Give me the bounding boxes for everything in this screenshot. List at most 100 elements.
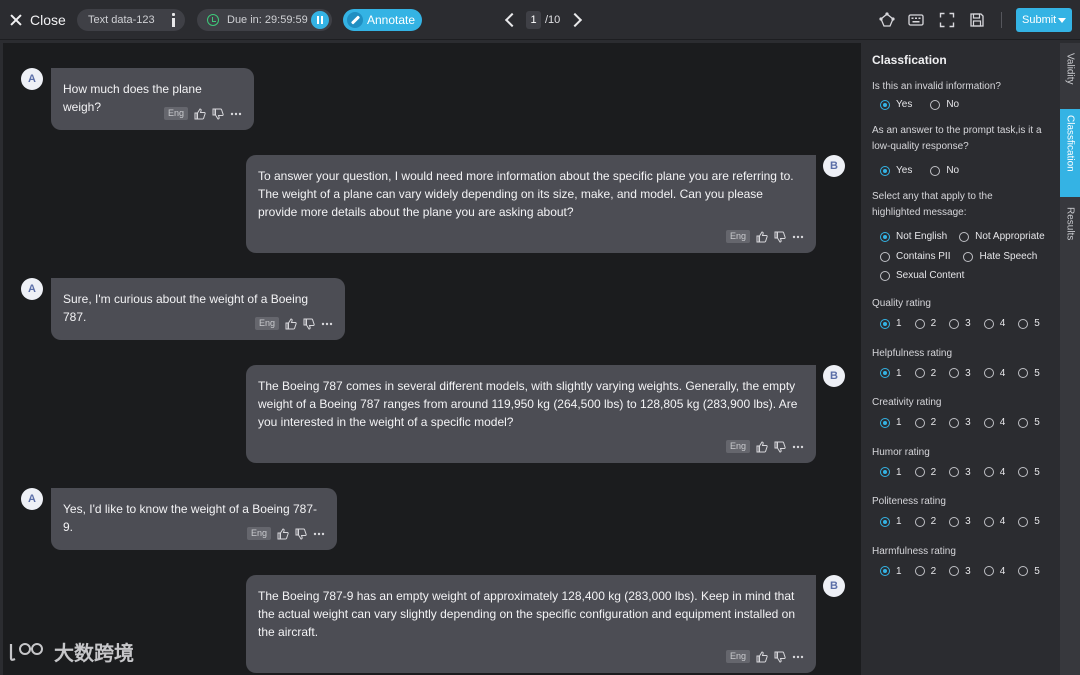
rating-option[interactable]: 5 <box>1018 417 1040 428</box>
radio-checked-icon <box>880 165 890 176</box>
rating-option[interactable]: 1 <box>880 417 902 428</box>
option-not-english[interactable]: Not English <box>880 231 947 242</box>
rating-option[interactable]: 4 <box>983 417 1005 428</box>
page-number-input[interactable]: 1 <box>526 11 541 29</box>
thumbs-up-icon[interactable] <box>756 650 768 663</box>
rating-option[interactable]: 3 <box>949 566 971 577</box>
option-sexual-content[interactable]: Sexual Content <box>880 270 964 281</box>
radio-unchecked-icon <box>914 566 925 576</box>
message-bubble[interactable]: Yes, I'd like to know the weight of a Bo… <box>51 488 337 550</box>
rating-option[interactable]: 3 <box>949 368 971 379</box>
close-button[interactable]: Close <box>10 10 66 30</box>
thumbs-down-icon[interactable] <box>774 231 786 243</box>
rating-option[interactable]: 1 <box>880 516 902 527</box>
radio-option-yes[interactable]: Yes <box>880 99 912 110</box>
relation-graph-icon[interactable] <box>879 12 895 28</box>
option-not-appropriate[interactable]: Not Appropriate <box>959 231 1045 242</box>
radio-checked-icon <box>880 417 890 428</box>
rating-option[interactable]: 2 <box>914 467 936 478</box>
radio-option-no[interactable]: No <box>930 99 959 110</box>
keyboard-icon[interactable] <box>908 12 924 28</box>
rating-option[interactable]: 5 <box>1018 368 1040 379</box>
rating-option[interactable]: 1 <box>880 368 902 379</box>
rating-option[interactable]: 4 <box>983 467 1005 478</box>
option-contains-pii[interactable]: Contains PII <box>880 251 950 262</box>
rating-option[interactable]: 1 <box>880 566 902 577</box>
tab-validity[interactable]: Validity <box>1060 49 1080 105</box>
rating-option[interactable]: 5 <box>1018 566 1040 577</box>
message-bubble[interactable]: The Boeing 787 comes in several differen… <box>246 365 816 463</box>
message-bubble[interactable]: The Boeing 787-9 has an empty weight of … <box>246 575 816 673</box>
radio-unchecked-icon <box>914 516 925 527</box>
fullscreen-icon[interactable] <box>939 12 955 28</box>
avatar-speaker-a: A <box>21 488 43 510</box>
rating-option[interactable]: 2 <box>914 417 936 428</box>
rating-option[interactable]: 4 <box>983 566 1005 577</box>
rating-option[interactable]: 4 <box>983 368 1005 379</box>
option-label: 3 <box>965 466 971 478</box>
annotate-button[interactable]: Annotate <box>343 9 422 31</box>
rating-option[interactable]: 1 <box>880 467 902 478</box>
save-icon[interactable] <box>969 12 985 28</box>
rating-option[interactable]: 4 <box>983 318 1005 329</box>
more-options-icon[interactable] <box>321 318 333 330</box>
pause-button[interactable] <box>311 11 329 29</box>
submit-button[interactable]: Submit <box>1016 8 1072 32</box>
thumbs-up-icon[interactable] <box>756 230 768 243</box>
radio-option-no[interactable]: No <box>930 165 959 176</box>
tab-classification[interactable]: Classfication <box>1060 109 1080 197</box>
more-options-icon[interactable] <box>230 108 242 120</box>
rating-option[interactable]: 3 <box>949 467 971 478</box>
tab-results[interactable]: Results <box>1060 203 1080 259</box>
rating-option[interactable]: 4 <box>983 516 1005 527</box>
thumbs-up-icon[interactable] <box>194 107 206 120</box>
option-hate-speech[interactable]: Hate Speech <box>963 251 1037 262</box>
thumbs-down-icon[interactable] <box>212 108 224 120</box>
info-icon[interactable] <box>170 13 176 27</box>
radio-unchecked-icon <box>930 165 941 176</box>
message-bubble[interactable]: To answer your question, I would need mo… <box>246 155 816 253</box>
rating-option[interactable]: 3 <box>949 318 971 329</box>
thumbs-up-icon[interactable] <box>285 317 297 330</box>
radio-unchecked-icon <box>1018 318 1029 329</box>
thumbs-up-icon[interactable] <box>277 527 289 540</box>
rating-label: Creativity rating <box>872 397 942 408</box>
rating-option[interactable]: 3 <box>949 516 971 527</box>
radio-checked-icon <box>880 516 890 527</box>
option-label: Contains PII <box>896 251 951 262</box>
pencil-icon <box>347 12 363 28</box>
thumbs-down-icon[interactable] <box>295 528 307 540</box>
rating-option[interactable]: 3 <box>949 417 971 428</box>
annotation-app: Close Text data-123 Due in: 29:59:59 Ann… <box>0 0 1080 675</box>
more-options-icon[interactable] <box>792 651 804 663</box>
more-options-icon[interactable] <box>792 441 804 453</box>
message-bubble[interactable]: Sure, I'm curious about the weight of a … <box>51 278 345 340</box>
rating-option[interactable]: 2 <box>914 566 936 577</box>
radio-unchecked-icon <box>880 251 890 262</box>
chevron-down-icon[interactable] <box>1058 18 1066 23</box>
rating-option[interactable]: 1 <box>880 318 902 329</box>
radio-option-yes[interactable]: Yes <box>880 165 912 176</box>
rating-label: Quality rating <box>872 298 931 309</box>
previous-page-icon[interactable] <box>504 12 520 28</box>
thumbs-up-icon[interactable] <box>756 440 768 453</box>
option-label: 2 <box>930 318 937 329</box>
radio-unchecked-icon <box>914 467 925 477</box>
rating-radio-group: 1 2 3 4 5 <box>880 516 1040 527</box>
more-options-icon[interactable] <box>792 231 804 243</box>
rating-option[interactable]: 2 <box>914 318 937 329</box>
message-bubble[interactable]: How much does the plane weigh? Eng <box>51 68 254 130</box>
rating-radio-group: 1 2 3 4 5 <box>880 467 1040 478</box>
rating-option[interactable]: 2 <box>914 516 936 527</box>
thumbs-down-icon[interactable] <box>774 651 786 663</box>
next-page-icon[interactable] <box>568 12 583 28</box>
rating-option[interactable]: 5 <box>1018 318 1040 329</box>
thumbs-down-icon[interactable] <box>774 441 786 453</box>
rating-option[interactable]: 5 <box>1018 467 1040 478</box>
option-label: 5 <box>1034 565 1040 577</box>
more-options-icon[interactable] <box>313 528 325 540</box>
checkbox-group-row-2: Contains PII Hate Speech <box>880 251 1037 262</box>
rating-option[interactable]: 5 <box>1018 516 1040 527</box>
thumbs-down-icon[interactable] <box>303 318 315 330</box>
rating-option[interactable]: 2 <box>914 368 936 379</box>
